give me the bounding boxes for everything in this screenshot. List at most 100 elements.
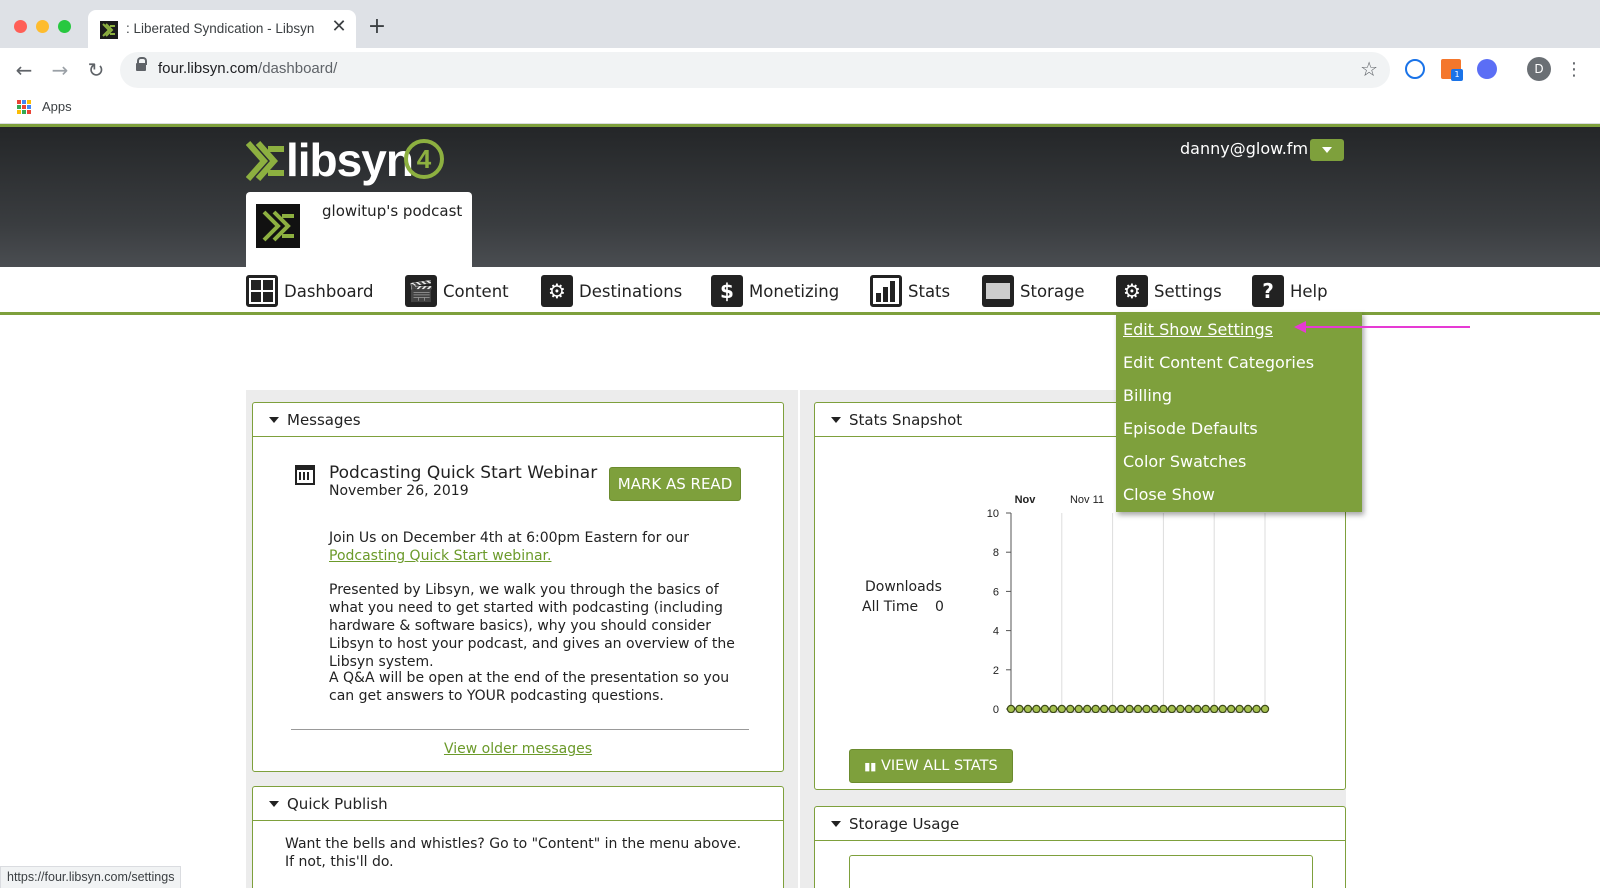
all-time-label: All Time (862, 599, 919, 615)
browser-menu-icon[interactable]: ⋮ (1561, 57, 1587, 83)
back-arrow-icon[interactable]: ← (11, 57, 37, 83)
bar-chart-icon: ▮▮ (864, 760, 877, 773)
nav-monetizing[interactable]: $ Monetizing (711, 267, 839, 315)
nav-destinations[interactable]: ⚙ Destinations (541, 267, 682, 315)
menu-close-show[interactable]: Close Show (1123, 485, 1215, 504)
menu-edit-content-categories[interactable]: Edit Content Categories (1123, 353, 1314, 372)
nav-stats-label: Stats (908, 281, 951, 301)
url-text: four.libsyn.com/dashboard/ (158, 60, 337, 77)
nav-stats[interactable]: Stats (870, 267, 950, 315)
quick-publish-title: Quick Publish (287, 795, 388, 813)
content-icon: 🎬 (405, 275, 437, 307)
nav-destinations-label: Destinations (579, 281, 683, 301)
nav-content[interactable]: 🎬 Content (405, 267, 509, 315)
chart-data-point (1116, 704, 1126, 713)
reload-icon[interactable]: ↻ (83, 57, 109, 83)
chart-data-point (1006, 704, 1016, 713)
menu-color-swatches[interactable]: Color Swatches (1123, 452, 1246, 471)
quick-publish-header[interactable]: Quick Publish (253, 787, 783, 821)
view-all-stats-button[interactable]: ▮▮ VIEW ALL STATS (849, 749, 1013, 783)
view-older-messages-link[interactable]: View older messages (253, 741, 783, 757)
nav-storage[interactable]: Storage (982, 267, 1085, 315)
forward-arrow-icon[interactable]: → (47, 57, 73, 83)
main-nav: Dashboard 🎬 Content ⚙ Destinations $ Mon… (0, 267, 1600, 315)
help-icon: ? (1252, 275, 1284, 307)
lock-icon (136, 57, 147, 71)
libsyn-logo[interactable]: libsyn 4 (246, 134, 446, 191)
user-email[interactable]: danny@glow.fm (1180, 139, 1308, 158)
webinar-link[interactable]: Podcasting Quick Start webinar. (329, 548, 551, 564)
stats-icon (870, 275, 902, 307)
url-host: four.libsyn.com (158, 60, 259, 77)
chart-data-point (1226, 704, 1236, 713)
bookmarks-bar: Apps (0, 92, 1600, 124)
chart-data-point (1176, 704, 1185, 713)
chart-data-point (1235, 704, 1244, 713)
storage-usage-panel: Storage Usage (814, 806, 1346, 888)
chart-data-point (1074, 704, 1083, 713)
menu-edit-show-settings[interactable]: Edit Show Settings (1123, 320, 1273, 339)
message-paragraph-2: Presented by Libsyn, we walk you through… (329, 582, 735, 670)
maximize-window-button[interactable] (58, 20, 71, 33)
messages-panel-header[interactable]: Messages (253, 403, 783, 437)
downloads-label: Downloads (865, 579, 942, 595)
extension-icon[interactable]: 1 (1441, 59, 1463, 81)
profile-avatar[interactable]: D (1527, 57, 1551, 81)
bookmark-star-icon[interactable]: ☆ (1360, 57, 1378, 81)
quick-publish-panel: Quick Publish Want the bells and whistle… (252, 786, 784, 888)
tab-close-icon[interactable]: ✕ (328, 16, 350, 38)
apps-grid-icon[interactable] (17, 100, 31, 114)
chart-data-point (1066, 704, 1075, 713)
address-bar[interactable]: four.libsyn.com/dashboard/ ☆ (120, 52, 1390, 88)
nav-monetizing-label: Monetizing (749, 281, 840, 301)
chart-y-tick-label: 8 (993, 547, 999, 559)
collapse-triangle-icon (831, 821, 841, 827)
chart-data-point (1193, 704, 1202, 713)
chart-data-point (1099, 704, 1109, 713)
show-name: glowitup's podcast (322, 202, 463, 220)
nav-settings-label: Settings (1154, 281, 1222, 301)
libsyn-mark-icon (246, 141, 284, 181)
logo-text: libsyn (286, 134, 414, 186)
apps-bookmark[interactable]: Apps (42, 99, 72, 114)
navigation-extension-icon[interactable] (1477, 59, 1497, 79)
chart-data-point (1210, 704, 1219, 713)
storage-usage-header[interactable]: Storage Usage (815, 807, 1345, 841)
tab-title: : Liberated Syndication - Libsyn (126, 21, 315, 36)
chart-data-point (1218, 704, 1227, 713)
minimize-window-button[interactable] (36, 20, 49, 33)
url-path: /dashboard/ (258, 60, 338, 77)
chart-data-point (1184, 704, 1193, 713)
messages-panel: Messages Podcasting Quick Start Webinar … (252, 402, 784, 772)
menu-episode-defaults[interactable]: Episode Defaults (1123, 419, 1258, 438)
browser-tab-active[interactable]: : Liberated Syndication - Libsyn ✕ (88, 10, 356, 48)
logo-number: 4 (404, 139, 444, 179)
collapse-triangle-icon (269, 801, 279, 807)
annotation-arrow-line (1300, 326, 1470, 328)
nav-dashboard[interactable]: Dashboard (246, 267, 374, 315)
chart-y-tick-label: 10 (987, 508, 999, 520)
collapse-triangle-icon (269, 417, 279, 423)
messages-title: Messages (287, 411, 361, 429)
storage-usage-bar (849, 855, 1313, 888)
chart-data-point (1091, 704, 1100, 713)
destinations-icon: ⚙ (541, 275, 573, 307)
nav-settings[interactable]: ⚙ Settings (1116, 267, 1222, 315)
message-paragraph-1: Join Us on December 4th at 6:00pm Easter… (329, 529, 743, 565)
message-p1-text: Join Us on December 4th at 6:00pm Easter… (329, 530, 690, 546)
chart-y-tick-label: 0 (993, 704, 999, 713)
user-menu-dropdown-button[interactable] (1310, 139, 1344, 161)
browser-tabstrip: : Liberated Syndication - Libsyn ✕ + (0, 0, 1600, 48)
extension-badge: 1 (1451, 69, 1463, 81)
mark-as-read-button[interactable]: MARK AS READ (609, 467, 741, 501)
menu-billing[interactable]: Billing (1123, 386, 1172, 405)
password-manager-extension-icon[interactable] (1405, 59, 1425, 79)
nav-help[interactable]: ? Help (1252, 267, 1328, 315)
show-tab[interactable]: glowitup's podcast (246, 192, 472, 267)
close-window-button[interactable] (14, 20, 27, 33)
new-tab-button[interactable]: + (366, 16, 388, 38)
nav-dashboard-label: Dashboard (284, 281, 374, 301)
chart-data-point (1201, 704, 1210, 713)
storage-icon (982, 275, 1014, 307)
chart-data-point (1252, 704, 1261, 713)
